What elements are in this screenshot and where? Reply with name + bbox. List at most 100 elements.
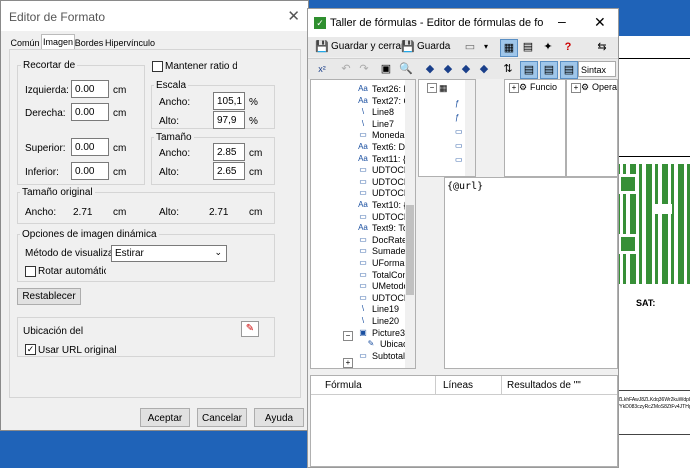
keep-ratio-checkbox[interactable] [152,61,163,72]
tree-item-icon: Aa [358,223,368,233]
field-icon: ▭ [455,127,463,136]
workshop-titlebar: ✓ Taller de fórmulas - Editor de fórmula… [308,9,618,37]
scale-height-input[interactable]: 97,9 [213,111,245,129]
column-divider [501,376,502,394]
tree-item-icon: ▣ [359,327,367,337]
chevron-down-icon[interactable]: ▾ [478,39,494,55]
chevron-down-icon: ⌄ [214,247,222,257]
field-icon: ▭ [455,141,463,150]
tree-expand-icon[interactable]: + [571,83,581,93]
keep-ratio-label: Mantener ratio de as [165,61,237,72]
formula-edit-icon[interactable]: ✎ [241,321,259,337]
crop-bottom-unit: cm [113,167,127,178]
original-width-value: 2.71 [73,207,93,218]
help-button[interactable]: Ayuda [254,408,304,427]
save-close-icon[interactable]: 💾 [314,39,330,55]
use-url-checkbox[interactable]: ✓ [25,344,36,355]
tab-hipervinculo[interactable]: Hipervínculo [105,36,155,50]
formula-text-area[interactable]: {@url} [444,177,618,369]
close-icon[interactable]: ✕ [287,7,300,25]
bookmark-icon[interactable]: ▣ [378,61,394,77]
column-header-results[interactable]: Resultados de "" [507,380,581,391]
field-icon: ƒ [455,113,460,122]
tree-item-icon: ▭ [359,269,367,279]
tree-expand-icon[interactable]: + [509,83,519,93]
operators-icon[interactable]: ▤ [560,61,578,79]
formula-expert-icon[interactable]: ▦ [500,39,518,57]
crop-top-input[interactable]: 0.00 [71,138,109,156]
crop-right-unit: cm [113,108,127,119]
toolbar-row-2: x² ↶ ↷ ▣ 🔍 ◆ ◆ ◆ ◆ ⇅ ▤ ▤ ▤ Sintax [308,58,618,79]
save-icon[interactable]: 💾 [400,39,416,55]
display-method-select[interactable]: Estirar ⌄ [111,245,227,262]
tree-item-icon: \ [361,316,365,325]
toggle-tree-icon[interactable]: ⇆ [594,39,610,55]
save-close-button[interactable]: Guardar y cerrar [331,41,404,52]
crop-top-label: Superior: [25,143,66,154]
tree-expand-icon[interactable]: + [343,358,353,368]
tab-bordes[interactable]: Bordes [74,36,104,50]
minimize-icon[interactable]: – [558,13,566,29]
column-header-lines[interactable]: Líneas [443,380,473,391]
size-height-input[interactable]: 2.65 [213,162,245,180]
tree-item-icon: ▭ [359,292,367,302]
tree-item-icon: \ [361,118,365,128]
save-button[interactable]: Guarda [417,41,450,52]
tree-expand-icon[interactable]: − [343,331,353,341]
size-width-unit: cm [249,148,263,159]
column-header-formula[interactable]: Fórmula [325,380,362,391]
accept-button[interactable]: Aceptar [140,408,190,427]
crop-left-input[interactable]: 0.00 [71,80,109,98]
scale-width-input[interactable]: 105,1 [213,92,245,110]
tree-expand-icon[interactable]: − [427,83,437,93]
bookmark-remove-icon[interactable]: ◆ [476,61,492,77]
find-icon[interactable]: 🔍 [398,61,414,77]
functions-icon: ⚙ [519,82,528,92]
window-title: Taller de fórmulas - Editor de fórmulas … [330,17,544,29]
fields-icon[interactable]: ▤ [520,61,538,79]
close-icon[interactable]: ✕ [594,14,606,31]
tree-item-icon: Aa [358,142,368,151]
size-width-label: Ancho: [159,148,191,159]
undo-icon[interactable]: ↶ [338,61,354,77]
scale-group-title: Escala [154,80,189,91]
scale-width-unit: % [249,97,258,108]
document-rule [618,390,690,391]
sort-icon[interactable]: ⇅ [500,61,516,77]
original-size-title: Tamaño original [20,187,95,198]
check-formula-icon[interactable]: x² [314,61,330,77]
document-rule [618,58,690,59]
sat-label: SAT: [636,298,656,308]
location-title: Ubicación del [23,326,84,337]
syntax-dropdown[interactable]: Sintax [578,61,616,77]
scroll-thumb[interactable] [406,205,414,295]
bookmark-prev-icon[interactable]: ◆ [440,61,456,77]
magic-wand-icon[interactable]: ✦ [540,39,556,55]
new-document-icon[interactable]: ▭ [462,39,478,55]
original-height-label: Alto: [159,207,180,218]
scale-height-unit: % [249,116,258,127]
redo-icon[interactable]: ↷ [356,61,372,77]
browse-data-icon[interactable]: ▤ [520,39,536,55]
crop-right-input[interactable]: 0.00 [71,103,109,121]
tree-item-icon: ▭ [359,350,367,360]
formula-workshop-window: ✓ Taller de fórmulas - Editor de fórmula… [307,8,619,468]
reset-button[interactable]: Restablecer [17,288,81,305]
bookmark-clear-icon[interactable]: ◆ [458,61,474,77]
functions-icon[interactable]: ▤ [540,61,558,79]
crop-bottom-input[interactable]: 0.00 [71,162,109,180]
tab-comun[interactable]: Común [10,36,40,50]
fields-scrollbar[interactable] [465,80,475,176]
formula-results-grid: Fórmula Líneas Resultados de "" [310,375,618,467]
help-icon[interactable]: ? [560,39,576,55]
scale-width-label: Ancho: [159,97,191,108]
bookmark-next-icon[interactable]: ◆ [422,61,438,77]
tree-scrollbar[interactable] [405,80,415,368]
size-width-input[interactable]: 2.85 [213,143,245,161]
format-editor-titlebar: Editor de Formato ✕ [1,1,308,31]
size-height-unit: cm [249,167,263,178]
auto-rotate-checkbox[interactable] [25,266,36,277]
qr-code-image [614,164,690,284]
field-icon: ▭ [455,155,463,164]
cancel-button[interactable]: Cancelar [197,408,247,427]
